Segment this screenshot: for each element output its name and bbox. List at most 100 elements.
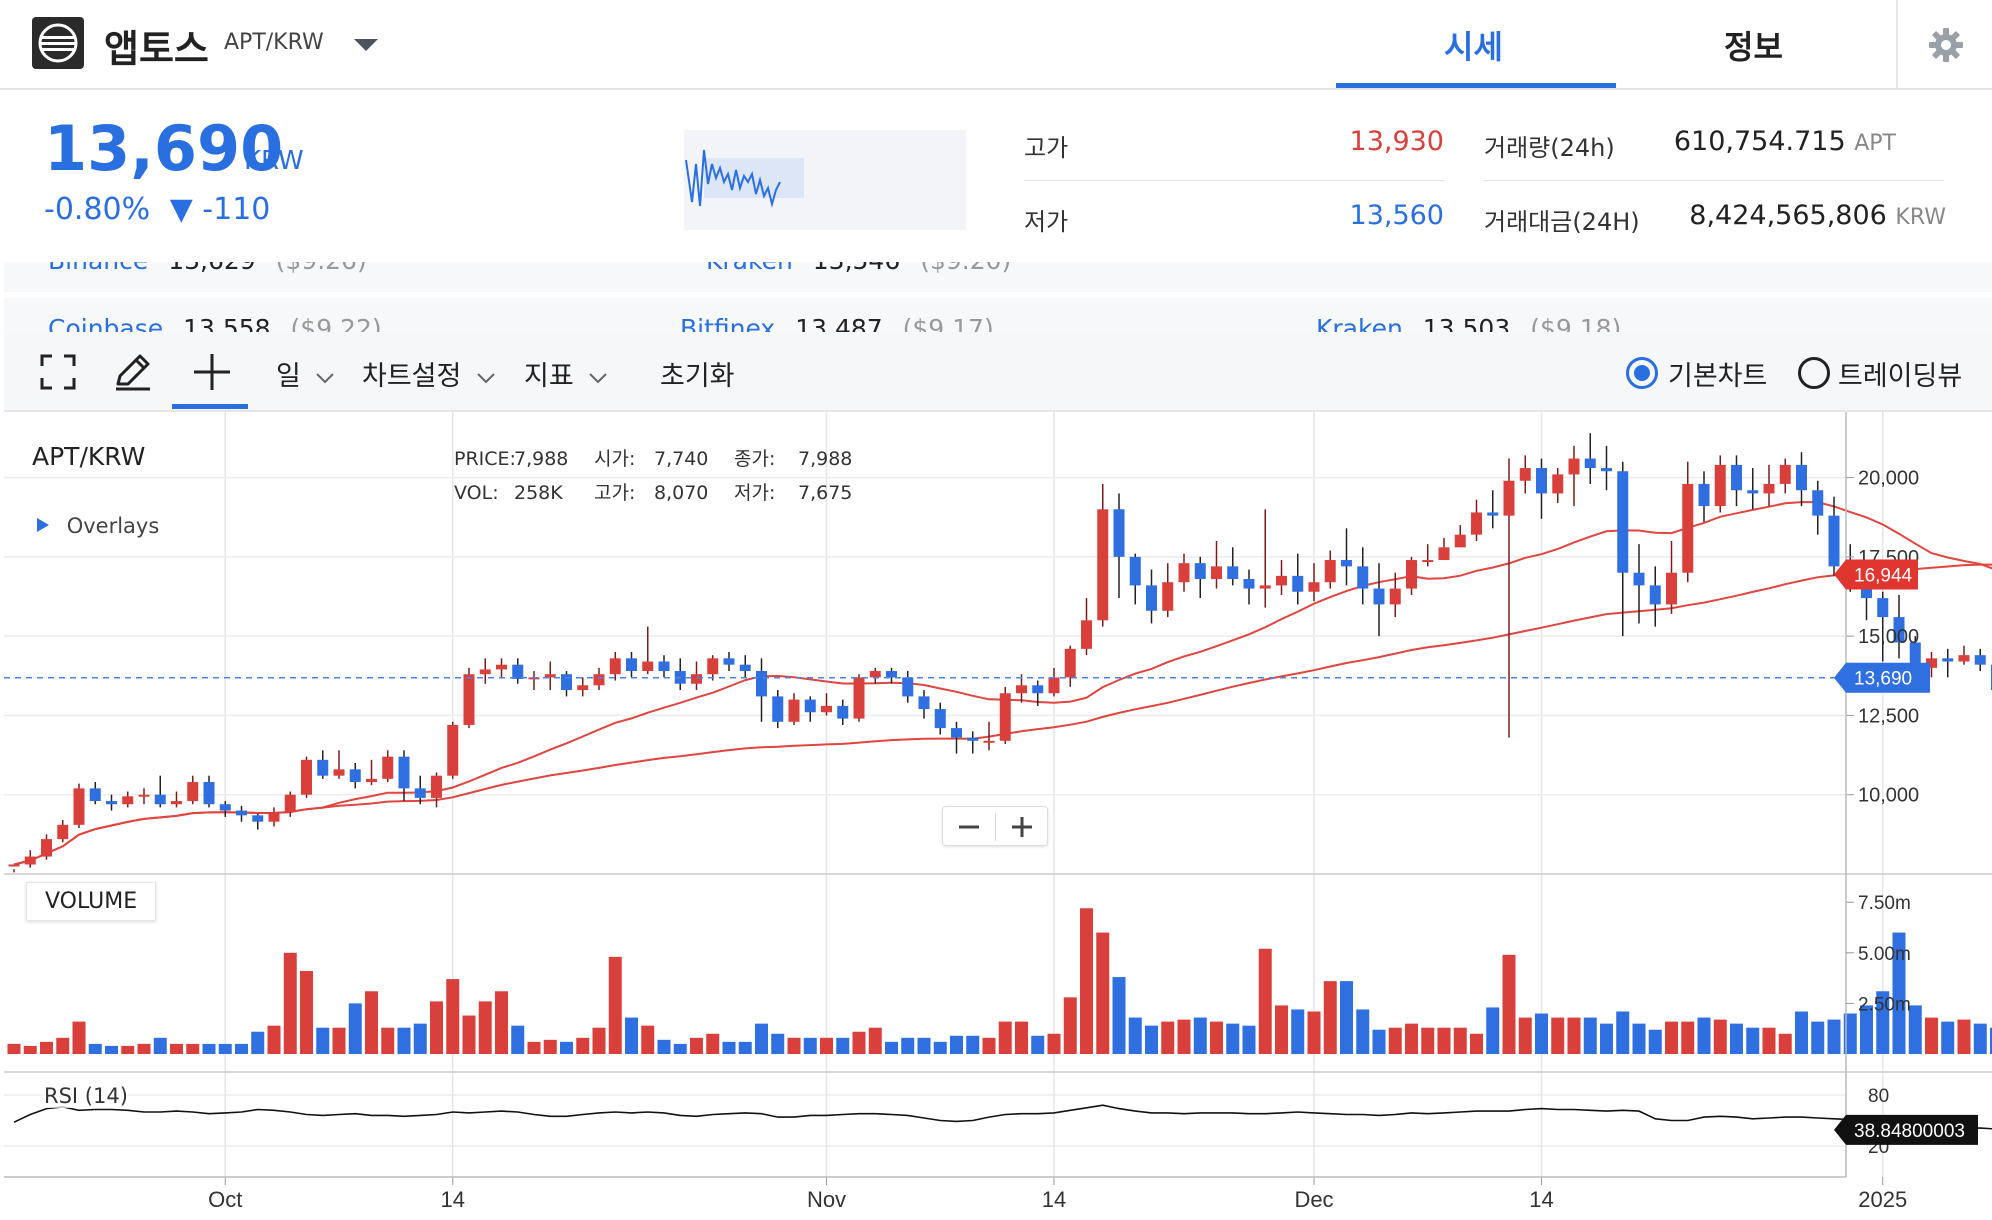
volume-bar <box>186 1043 200 1054</box>
volume-bar <box>413 1023 427 1054</box>
volume-bar <box>868 1027 882 1054</box>
tab-market[interactable]: 시세 <box>1444 22 1503 68</box>
volume-label: 거래량(24h) <box>1484 134 1615 162</box>
candle-body <box>772 696 784 722</box>
candle-body <box>1308 582 1320 592</box>
price-unit: KRW <box>244 146 304 176</box>
volume-bar <box>722 1041 736 1054</box>
volume-bar <box>1258 948 1272 1054</box>
volume-bar <box>495 991 508 1054</box>
candle-body <box>1536 468 1547 494</box>
chart-settings-dropdown[interactable]: 차트설정 <box>362 354 496 393</box>
candle-body <box>853 677 865 719</box>
volume-bar <box>933 1041 947 1054</box>
candle-body <box>1568 458 1580 475</box>
candle-body <box>24 856 36 865</box>
candle-body <box>1503 480 1515 516</box>
volume-bar <box>218 1043 232 1054</box>
candle-body <box>1601 468 1612 472</box>
tab-info[interactable]: 정보 <box>1724 22 1783 68</box>
ticker-price: 13,546 <box>813 262 900 275</box>
candle-body <box>1666 572 1677 605</box>
volume-bar <box>283 952 297 1054</box>
sparkline <box>685 149 804 208</box>
candle-body <box>1064 648 1076 678</box>
basic-chart-label[interactable]: 기본차트 <box>1668 354 1767 393</box>
tradingview-radio[interactable] <box>1798 357 1830 389</box>
candle-body <box>723 658 735 665</box>
volume-bar <box>1957 1019 1971 1054</box>
candle-body <box>1178 563 1190 583</box>
caret-down-icon[interactable] <box>352 36 380 58</box>
basic-chart-radio[interactable] <box>1626 357 1658 389</box>
pencil-icon[interactable] <box>112 352 152 392</box>
volume-tick-label: 5.00m <box>1858 944 1911 965</box>
zoom-out-button[interactable] <box>943 807 995 847</box>
period-dropdown[interactable]: 일 <box>276 354 335 393</box>
coin-name: 앱토스 <box>104 27 209 71</box>
candle-body <box>593 674 605 686</box>
x-tick-label: 14 <box>1042 1187 1066 1212</box>
overlays-toggle[interactable]: Overlays <box>36 514 159 538</box>
volume-bar <box>608 956 622 1054</box>
price-change: -0.80% ▼ -110 <box>44 192 270 227</box>
volume-bar <box>1340 981 1353 1054</box>
candle-body <box>886 671 897 678</box>
tab-market-underline <box>1336 83 1616 88</box>
candle-body <box>951 728 962 738</box>
legend-vol: 258K <box>514 482 563 504</box>
legend-close-label: 종가: <box>734 448 776 470</box>
ticker-kraken-2[interactable]: Kraken 13,503 ($9.18) <box>1316 314 1621 332</box>
y-tick-label: 12,500 <box>1858 705 1919 727</box>
volume-bar <box>1323 981 1337 1054</box>
legend-high-label: 고가: <box>594 482 636 504</box>
candle-body <box>284 794 296 813</box>
candle-body <box>1194 563 1206 580</box>
ticker-kraken[interactable]: Kraken 13,546 ($9.20) <box>706 262 1011 275</box>
ticker-coinbase[interactable]: Coinbase 13,558 ($9.22) <box>48 314 382 332</box>
candle-body <box>414 788 426 798</box>
ticker-binance[interactable]: Binance 13,629 ($9.26) <box>48 262 367 275</box>
volume-bar <box>641 1025 655 1054</box>
zoom-in-button[interactable] <box>996 807 1048 847</box>
candle-body <box>1698 483 1710 507</box>
candle-body <box>1097 509 1109 621</box>
stat-divider <box>1484 180 1944 181</box>
indicators-dropdown[interactable]: 지표 <box>524 354 608 393</box>
ticker-usd: ($9.18) <box>1530 314 1622 332</box>
triangle-right-icon <box>37 518 49 532</box>
tradingview-label[interactable]: 트레이딩뷰 <box>1838 354 1962 393</box>
volume-bar <box>543 1039 557 1054</box>
volume-tick-label: 2.50m <box>1858 994 1911 1015</box>
ticker-bitfinex[interactable]: Bitfinex 13,487 ($9.17) <box>680 314 994 332</box>
candle-body <box>1974 655 1986 665</box>
volume-bar <box>1648 1029 1662 1054</box>
volume-bar <box>1112 977 1126 1054</box>
trade-value-label: 거래대금(24H) <box>1484 208 1640 236</box>
candle-body <box>1341 560 1352 567</box>
chart-overlay: 13,690 16,944 38.84800003 <box>4 559 1978 1145</box>
volume-bar <box>1681 1021 1695 1054</box>
candle-body <box>1146 585 1157 611</box>
ticker-usd: ($9.22) <box>290 314 382 332</box>
volume-bar <box>1746 1027 1760 1054</box>
volume-bar <box>1518 1017 1532 1054</box>
candle-body <box>333 769 345 776</box>
volume-bar <box>803 1037 817 1054</box>
candle-body <box>804 699 816 713</box>
candle-body <box>171 801 182 805</box>
trade-value-number: 8,424,565,806 <box>1689 200 1887 231</box>
reset-button[interactable]: 초기화 <box>660 354 735 393</box>
candle-body <box>1779 464 1791 484</box>
crosshair-icon[interactable] <box>192 352 232 392</box>
candle-body <box>236 810 247 816</box>
candle-body <box>869 671 881 678</box>
volume-bar <box>1470 1033 1483 1054</box>
candle-body <box>1389 588 1401 605</box>
candle-body <box>691 674 702 684</box>
ticker-price: 13,503 <box>1422 314 1511 332</box>
candle-body <box>1877 598 1889 618</box>
fullscreen-icon[interactable] <box>40 354 76 390</box>
ticker-usd: ($9.20) <box>920 262 1011 275</box>
settings-button[interactable] <box>1896 0 1992 88</box>
